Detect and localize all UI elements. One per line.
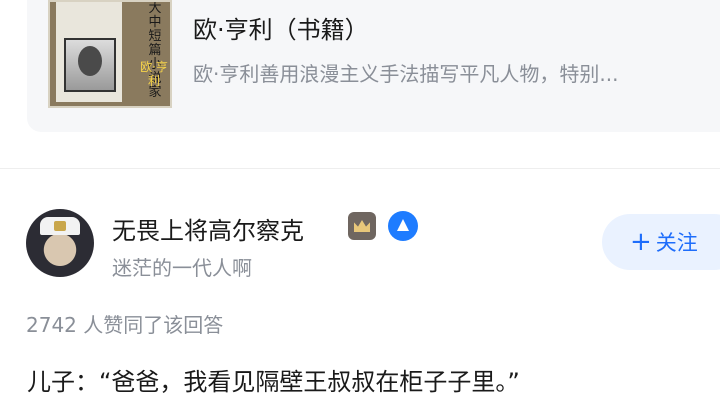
author-name[interactable]: 无畏上将高尔察克 <box>112 211 304 246</box>
author-subtitle: 迷茫的一代人啊 <box>112 256 252 280</box>
cover-portrait <box>64 38 116 92</box>
follow-button[interactable]: + 关注 <box>602 214 720 270</box>
author-avatar[interactable] <box>26 209 94 277</box>
avatar-cap <box>40 217 80 235</box>
book-cover-image[interactable]: 大中短篇小说家 欧·亨利 <box>48 0 172 108</box>
follow-button-label: 关注 <box>655 231 698 255</box>
book-description: 欧·亨利善用浪漫主义手法描写平凡人物，特别... <box>193 62 619 86</box>
plus-icon: + <box>630 227 652 257</box>
answer-content: 儿子：“爸爸，我看见隔壁王叔叔在柜子子里。” <box>27 368 520 396</box>
likes-count: 2742 人赞同了该回答 <box>26 313 224 337</box>
cover-vertical-author: 欧·亨利 <box>140 60 168 88</box>
book-title[interactable]: 欧·亨利（书籍） <box>193 10 369 45</box>
verified-icon <box>388 211 418 241</box>
crown-icon <box>348 212 376 240</box>
divider <box>0 168 720 169</box>
